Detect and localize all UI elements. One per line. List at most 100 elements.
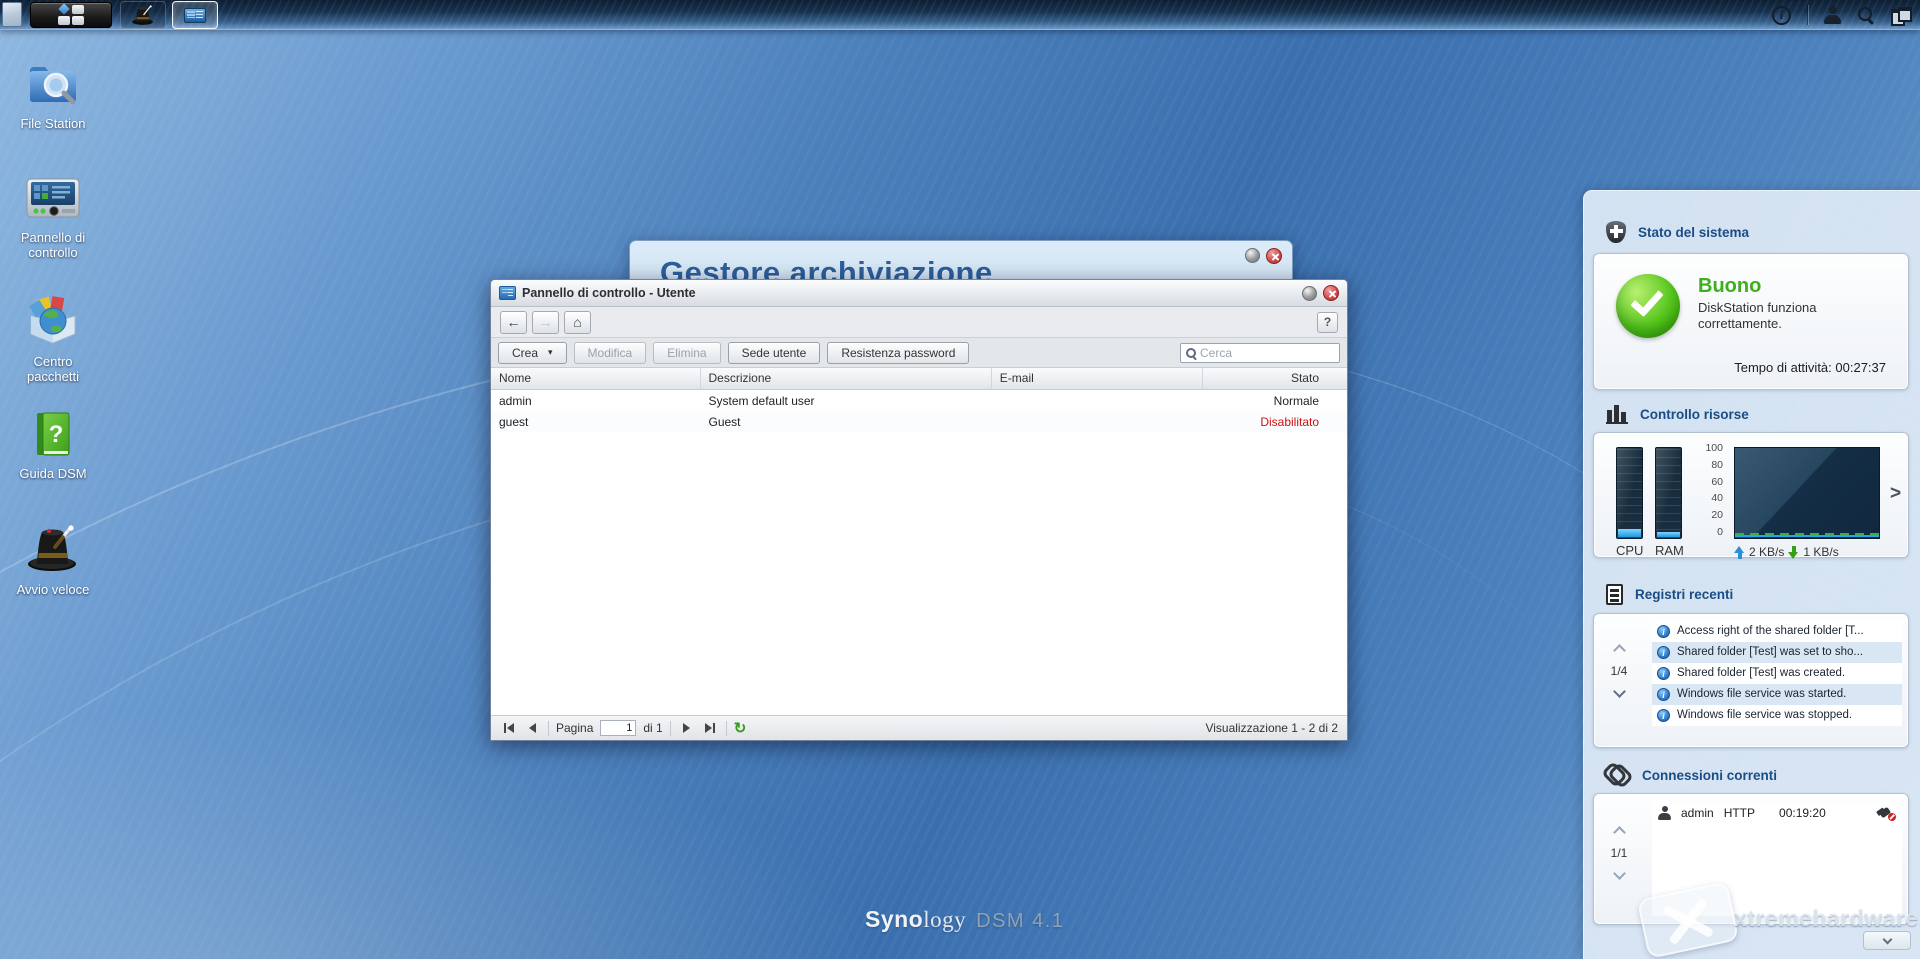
- log-entry: Shared folder [Test] was created.: [1652, 663, 1902, 684]
- table-empty-area: [491, 432, 1347, 715]
- prev-page-button[interactable]: [524, 720, 541, 737]
- log-entry: Windows file service was stopped.: [1652, 705, 1902, 726]
- window-nav-row: ← → ⌂ ?: [491, 307, 1347, 338]
- logs-page-indicator: 1/4: [1611, 664, 1628, 678]
- shield-icon: [1606, 221, 1626, 243]
- user-account-icon[interactable]: [1824, 6, 1841, 24]
- search-icon: [1185, 347, 1197, 359]
- desktop-icon-dsm-help[interactable]: ? Guida DSM: [0, 410, 106, 481]
- last-page-button[interactable]: [702, 720, 719, 737]
- desktop-icon-package-center[interactable]: Centropacchetti: [0, 296, 106, 384]
- table-header: Nome Descrizione E-mail Stato: [491, 368, 1347, 390]
- desktop-icon-file-station[interactable]: File Station: [0, 60, 106, 131]
- taskbar-item-quick-start[interactable]: [120, 1, 166, 29]
- disconnect-icon[interactable]: [1879, 806, 1896, 821]
- svg-text:?: ?: [49, 421, 64, 448]
- delete-button[interactable]: Elimina: [653, 342, 720, 364]
- control-panel-user-window: Pannello di controllo - Utente ← → ⌂ ? C…: [490, 279, 1348, 741]
- taskbar-right-icons: i: [1772, 0, 1912, 30]
- resource-monitor-panel: CPU RAM 100 80 60 40 20 0 2 KB/s 1 KB/s …: [1593, 432, 1909, 558]
- table-row-admin[interactable]: admin System default user Normale: [491, 390, 1347, 411]
- page-up-button[interactable]: [1613, 644, 1626, 657]
- file-station-icon: [26, 60, 80, 108]
- help-book-icon: ?: [30, 410, 76, 458]
- minimize-button[interactable]: [1245, 248, 1260, 263]
- connections-pager: 1/1: [1606, 828, 1632, 878]
- password-strength-button[interactable]: Resistenza password: [827, 342, 969, 364]
- log-list: Access right of the shared folder [T... …: [1652, 621, 1902, 726]
- desktop-icon-label: Pannello dicontrollo: [0, 230, 106, 260]
- taskbar-item-control-panel-active[interactable]: [172, 1, 218, 29]
- chain-link-icon: [1606, 764, 1630, 786]
- show-desktop-button[interactable]: [2, 2, 22, 27]
- status-text: Buono: [1698, 275, 1761, 298]
- control-panel-device-icon: [25, 176, 81, 222]
- caret-down-icon: ▾: [548, 347, 553, 358]
- system-health-sidebar: Stato del sistema Buono DiskStation funz…: [1583, 190, 1920, 959]
- main-menu-button[interactable]: [30, 2, 112, 28]
- logs-pager: 1/4: [1606, 646, 1632, 696]
- user-home-button[interactable]: Sede utente: [728, 342, 821, 364]
- info-icon: [1657, 688, 1670, 701]
- column-header-descrizione[interactable]: Descrizione: [701, 368, 992, 389]
- network-speeds: 2 KB/s 1 KB/s: [1734, 545, 1839, 559]
- connection-row[interactable]: admin HTTP 00:19:20: [1652, 802, 1902, 824]
- taskbar: i: [0, 0, 1920, 30]
- column-header-stato[interactable]: Stato: [1203, 368, 1347, 389]
- status-good-icon: [1616, 274, 1680, 338]
- synology-logo: Synology DSM 4.1: [865, 906, 1064, 933]
- window-titlebar[interactable]: Pannello di controllo - Utente: [491, 280, 1347, 307]
- forward-button[interactable]: →: [532, 311, 559, 334]
- home-button[interactable]: ⌂: [564, 311, 591, 334]
- connection-time: 00:19:20: [1779, 806, 1826, 820]
- taskbar-separator: [1807, 5, 1808, 25]
- desktop-icon-quick-start[interactable]: Avvio veloce: [0, 522, 106, 597]
- pilot-view-icon[interactable]: [1891, 7, 1912, 24]
- download-speed: 1 KB/s: [1803, 545, 1838, 559]
- magic-hat-icon: [131, 4, 155, 26]
- close-button[interactable]: [1323, 285, 1339, 301]
- section-system-status: Stato del sistema: [1606, 221, 1749, 243]
- bar-chart-icon: [1606, 404, 1628, 424]
- help-button[interactable]: ?: [1317, 312, 1338, 333]
- expand-resource-monitor-button[interactable]: >: [1890, 483, 1901, 505]
- ram-gauge: [1655, 447, 1682, 539]
- current-connections-panel: 1/1 admin HTTP 00:19:20: [1593, 793, 1909, 925]
- section-resource-monitor: Controllo risorse: [1606, 404, 1749, 424]
- section-title: Registri recenti: [1635, 587, 1733, 602]
- info-icon[interactable]: i: [1772, 6, 1791, 25]
- package-center-icon: [25, 296, 81, 346]
- minimize-button[interactable]: [1302, 286, 1317, 301]
- next-page-button[interactable]: [678, 720, 695, 737]
- status-value-disabled: Disabilitato: [1203, 415, 1347, 429]
- chevron-down-icon: [1882, 934, 1892, 944]
- refresh-icon[interactable]: ↻: [734, 719, 747, 737]
- search-input[interactable]: [1200, 346, 1335, 360]
- ram-label: RAM: [1655, 543, 1682, 558]
- column-header-nome[interactable]: Nome: [491, 368, 701, 389]
- search-icon[interactable]: [1857, 6, 1875, 24]
- page-number-input[interactable]: [600, 720, 636, 736]
- magic-hat-icon: [25, 522, 81, 574]
- create-button[interactable]: Crea ▾: [498, 342, 567, 364]
- system-status-panel: Buono DiskStation funziona correttamente…: [1593, 253, 1909, 390]
- section-title: Stato del sistema: [1638, 225, 1749, 240]
- first-page-button[interactable]: [500, 720, 517, 737]
- close-button[interactable]: [1266, 248, 1282, 264]
- page-down-button[interactable]: [1613, 685, 1626, 698]
- dsm-version: DSM 4.1: [976, 910, 1064, 933]
- page-up-button[interactable]: [1613, 826, 1626, 839]
- sidebar-collapse-tab[interactable]: [1863, 931, 1911, 950]
- cpu-label: CPU: [1616, 543, 1643, 558]
- log-entry: Shared folder [Test] was set to sho...: [1652, 642, 1902, 663]
- edit-button[interactable]: Modifica: [574, 342, 647, 364]
- page-down-button[interactable]: [1613, 867, 1626, 880]
- desktop-icon-control-panel[interactable]: Pannello dicontrollo: [0, 176, 106, 260]
- info-icon: [1657, 667, 1670, 680]
- table-row-guest[interactable]: guest Guest Disabilitato: [491, 411, 1347, 432]
- connection-protocol: HTTP: [1724, 806, 1755, 820]
- document-icon: [1606, 584, 1623, 605]
- back-button[interactable]: ←: [500, 311, 527, 334]
- column-header-email[interactable]: E-mail: [992, 368, 1203, 389]
- info-icon: [1657, 709, 1670, 722]
